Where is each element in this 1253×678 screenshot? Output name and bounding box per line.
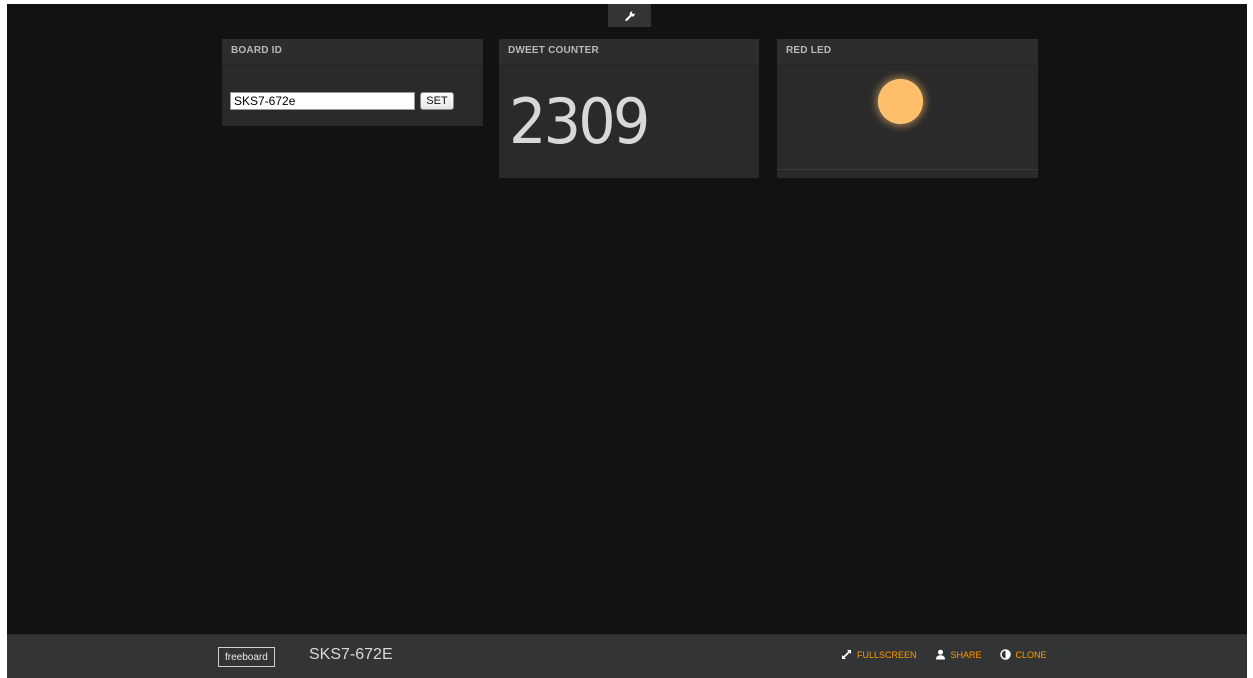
divider (777, 169, 1038, 170)
share-button[interactable]: SHARE (935, 649, 982, 660)
dweet-counter-pane: DWEET COUNTER 2309 (499, 39, 759, 178)
dashboard-app: BOARD ID SET DWEET COUNTER 2309 RED LED … (7, 4, 1247, 678)
dashboard-title: SKS7-672E (309, 646, 393, 663)
wrench-icon (624, 10, 635, 21)
footer-bar: freeboard SKS7-672E FULLSCREEN SHARE CLO… (7, 634, 1247, 678)
fullscreen-icon (842, 650, 851, 659)
contrast-icon (999, 649, 1011, 660)
share-label: SHARE (950, 649, 982, 660)
freeboard-logo[interactable]: freeboard (218, 647, 275, 667)
footer-actions: FULLSCREEN SHARE CLONE (841, 649, 1047, 660)
red-led-pane: RED LED (777, 39, 1038, 178)
counter-value: 2309 (509, 85, 650, 158)
pane-title: BOARD ID (222, 39, 483, 65)
led-indicator (878, 79, 923, 124)
set-button[interactable]: SET (420, 92, 454, 110)
clone-label: CLONE (1015, 649, 1047, 660)
fullscreen-button[interactable]: FULLSCREEN (841, 649, 917, 660)
board-id-pane: BOARD ID SET (222, 39, 483, 126)
board-id-input[interactable] (230, 92, 415, 110)
settings-toggle-button[interactable] (608, 4, 651, 27)
user-icon (935, 649, 945, 660)
fullscreen-label: FULLSCREEN (857, 649, 917, 660)
clone-button[interactable]: CLONE (999, 649, 1047, 660)
pane-title: DWEET COUNTER (499, 39, 759, 65)
pane-title: RED LED (777, 39, 1038, 65)
